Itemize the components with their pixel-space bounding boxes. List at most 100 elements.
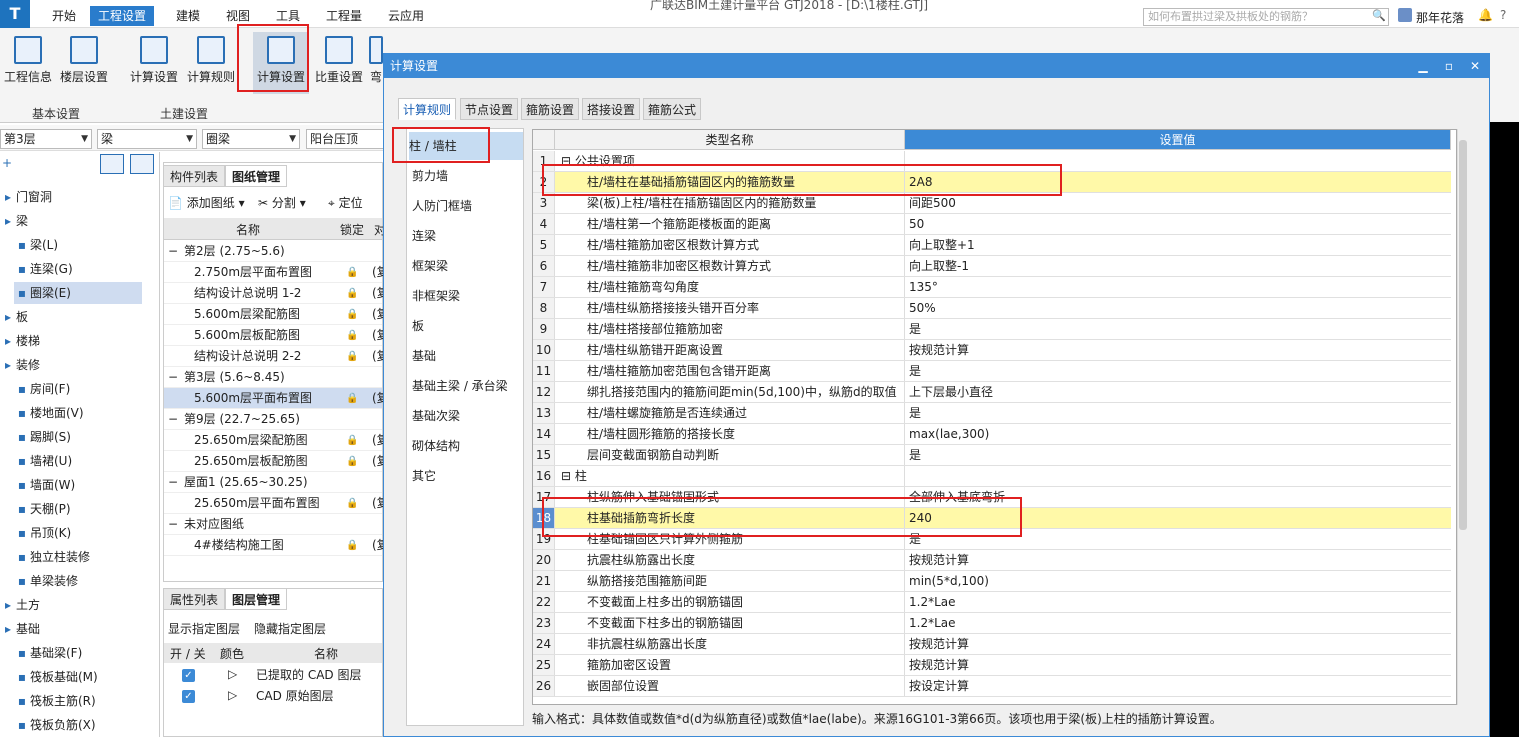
tree-item[interactable]: ▪ 基础梁(F) <box>14 642 142 664</box>
layer-row-original[interactable]: CAD 原始图层 <box>256 687 334 704</box>
setting-value[interactable]: min(5*d,100) <box>905 571 1451 591</box>
maximize-icon[interactable]: ▫ <box>1436 54 1462 78</box>
setting-row[interactable]: 8 柱/墙柱纵筋搭接接头错开百分率 50% <box>533 298 1451 319</box>
setting-row[interactable]: 7 柱/墙柱箍筋弯勾角度 135° <box>533 277 1451 298</box>
lock-icon[interactable]: 🔒 <box>346 262 358 283</box>
user-name[interactable]: 那年花落 <box>1416 9 1464 26</box>
menu-tab-start[interactable]: 开始 <box>44 6 84 26</box>
tree-item[interactable]: ▪ 筏板基础(M) <box>14 666 142 688</box>
drawing-row[interactable]: 2.750m层平面布置图 🔒 (复 <box>164 262 389 283</box>
component-select[interactable]: 阳台压顶 <box>306 129 386 149</box>
search-icon[interactable]: 🔍 <box>1372 9 1386 23</box>
tab-lap-settings[interactable]: 搭接设置 <box>582 98 641 120</box>
tree-item[interactable]: ▪ 圈梁(E) <box>14 282 142 304</box>
menu-tab-quantity[interactable]: 工程量 <box>318 6 370 26</box>
lock-icon[interactable]: 🔒 <box>346 430 358 451</box>
subtype-select[interactable]: 圈梁 ▼ <box>202 129 300 149</box>
bell-icon[interactable]: 🔔 <box>1478 8 1493 22</box>
user-avatar[interactable] <box>1398 8 1412 22</box>
layer-row-extracted[interactable]: 已提取的 CAD 图层 <box>256 666 361 683</box>
tree-item[interactable]: ▸ 梁 <box>0 210 142 232</box>
category-item[interactable]: 基础次梁 <box>412 402 522 430</box>
setting-row[interactable]: 5 柱/墙柱箍筋加密区根数计算方式 向上取整+1 <box>533 235 1451 256</box>
category-item[interactable]: 基础主梁 / 承台梁 <box>412 372 522 400</box>
tab-stirrup-formula[interactable]: 箍筋公式 <box>643 98 702 120</box>
tree-item[interactable]: ▸ 板 <box>0 306 142 328</box>
menu-tab-cloud[interactable]: 云应用 <box>380 6 432 26</box>
floor-settings-button[interactable]: 楼层设置 <box>56 32 112 94</box>
list-view-icon[interactable] <box>100 154 124 174</box>
drawing-group-row[interactable]: − 第3层 (5.6~8.45) <box>164 367 382 388</box>
tree-item[interactable]: ▸ 楼梯 <box>0 330 142 352</box>
collapse-icon[interactable]: − <box>168 472 178 493</box>
setting-row[interactable]: 13 柱/墙柱螺旋箍筋是否连续通过 是 <box>533 403 1451 424</box>
setting-row[interactable]: 25 箍筋加密区设置 按规范计算 <box>533 655 1451 676</box>
tab-stirrup-settings[interactable]: 箍筋设置 <box>521 98 580 120</box>
tree-item[interactable]: ▸ 装修 <box>0 354 142 376</box>
setting-value[interactable]: 向上取整-1 <box>905 256 1451 276</box>
category-item[interactable]: 人防门框墙 <box>412 192 522 220</box>
tree-item[interactable]: ▪ 筏板负筋(X) <box>14 714 142 736</box>
layer-checkbox[interactable]: ✓ <box>182 667 195 682</box>
drawing-group-row[interactable]: − 屋面1 (25.65~30.25) <box>164 472 382 493</box>
menu-tab-modeling[interactable]: 建模 <box>168 6 208 26</box>
tab-calc-rules[interactable]: 计算规则 <box>398 98 457 120</box>
help-search-input[interactable]: 如何布置拱过梁及拱板处的钢筋？ <box>1143 8 1389 26</box>
setting-row[interactable]: 9 柱/墙柱搭接部位箍筋加密 是 <box>533 319 1451 340</box>
section-row[interactable]: 16 ⊟ 柱 <box>533 466 1451 487</box>
tree-item[interactable]: ▪ 连梁(G) <box>14 258 142 280</box>
tree-item[interactable]: ▪ 梁(L) <box>14 234 142 256</box>
setting-row[interactable]: 12 绑扎搭接范围内的箍筋间距min(5d,100)中，纵筋d的取值 上下层最小直径 <box>533 382 1451 403</box>
split-button[interactable]: ✂ 分割 ▾ <box>258 194 306 211</box>
tab-drawing-management[interactable]: 图纸管理 <box>225 165 288 187</box>
setting-row[interactable]: 24 非抗震柱纵筋露出长度 按规范计算 <box>533 634 1451 655</box>
locate-button[interactable]: ⌖ 定位 <box>328 194 363 211</box>
collapse-icon[interactable]: ⊟ <box>561 469 575 483</box>
setting-value[interactable]: 是 <box>905 445 1451 465</box>
lock-icon[interactable]: 🔒 <box>346 283 358 304</box>
lock-icon[interactable]: 🔒 <box>346 325 358 346</box>
category-item[interactable]: 砌体结构 <box>412 432 522 460</box>
tree-item[interactable]: ▪ 墙面(W) <box>14 474 142 496</box>
tree-item[interactable]: ▪ 踢脚(S) <box>14 426 142 448</box>
setting-row[interactable]: 20 抗震柱纵筋露出长度 按规范计算 <box>533 550 1451 571</box>
drawing-group-row[interactable]: − 未对应图纸 <box>164 514 382 535</box>
setting-row[interactable]: 10 柱/墙柱纵筋错开距离设置 按规范计算 <box>533 340 1451 361</box>
collapse-icon[interactable]: − <box>168 514 178 535</box>
drawing-group-row[interactable]: − 第9层 (22.7~25.65) <box>164 409 382 430</box>
collapse-icon[interactable]: − <box>168 367 178 388</box>
drawing-row[interactable]: 4#楼结构施工图 🔒 (复 <box>164 535 389 556</box>
setting-value[interactable]: 间距500 <box>905 193 1451 213</box>
setting-row[interactable]: 26 嵌固部位设置 按设定计算 <box>533 676 1451 697</box>
category-item[interactable]: 非框架梁 <box>412 282 522 310</box>
drawing-canvas[interactable] <box>1490 122 1519 737</box>
calc-settings-civil-button[interactable]: 计算设置 <box>126 32 182 94</box>
setting-row[interactable]: 15 层间变截面钢筋自动判断 是 <box>533 445 1451 466</box>
new-icon[interactable]: + <box>2 156 12 170</box>
lock-icon[interactable]: 🔒 <box>346 451 358 472</box>
tree-item[interactable]: ▪ 单梁装修 <box>14 570 142 592</box>
tab-component-list[interactable]: 构件列表 <box>163 165 226 187</box>
category-item[interactable]: 基础 <box>412 342 522 370</box>
tree-item[interactable]: ▪ 吊顶(K) <box>14 522 142 544</box>
setting-value[interactable]: 是 <box>905 403 1451 423</box>
minimize-icon[interactable]: ▁ <box>1410 54 1436 78</box>
category-item[interactable]: 框架梁 <box>412 252 522 280</box>
setting-row[interactable]: 6 柱/墙柱箍筋非加密区根数计算方式 向上取整-1 <box>533 256 1451 277</box>
setting-value[interactable]: 向上取整+1 <box>905 235 1451 255</box>
grid-view-icon[interactable] <box>130 154 154 174</box>
category-item[interactable]: 其它 <box>412 462 522 490</box>
tab-property-list[interactable]: 属性列表 <box>163 588 226 610</box>
setting-row[interactable]: 14 柱/墙柱圆形箍筋的搭接长度 max(lae,300) <box>533 424 1451 445</box>
drawing-row[interactable]: 5.600m层板配筋图 🔒 (复 <box>164 325 389 346</box>
setting-value[interactable]: max(lae,300) <box>905 424 1451 444</box>
type-select[interactable]: 梁 ▼ <box>97 129 197 149</box>
drawing-row[interactable]: 25.650m层平面布置图 🔒 (复 <box>164 493 389 514</box>
tab-node-settings[interactable]: 节点设置 <box>460 98 519 120</box>
setting-value[interactable]: 50 <box>905 214 1451 234</box>
tree-item[interactable]: ▸ 土方 <box>0 594 142 616</box>
category-item[interactable]: 板 <box>412 312 522 340</box>
setting-value[interactable] <box>905 466 1451 486</box>
hide-layer-button[interactable]: 隐藏指定图层 <box>254 620 326 637</box>
help-icon[interactable]: ? <box>1500 8 1506 22</box>
